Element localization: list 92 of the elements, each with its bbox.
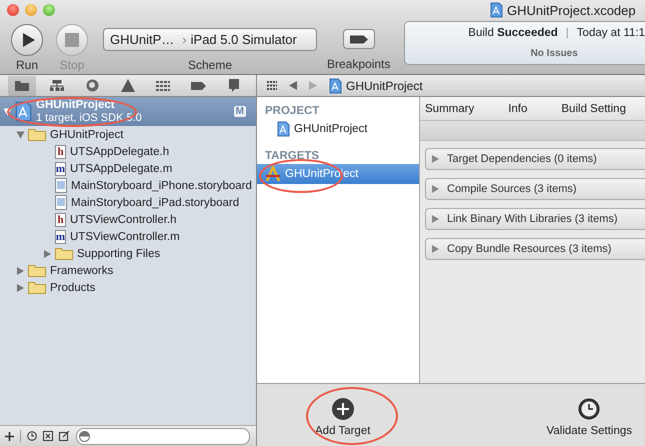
filter-icon <box>79 430 90 442</box>
play-icon <box>22 32 36 48</box>
file-name: UTSAppDelegate.m <box>70 162 172 174</box>
edit-icon[interactable] <box>59 431 70 441</box>
filter-field[interactable] <box>76 428 250 444</box>
section-heading: PROJECT <box>264 104 320 119</box>
disclosure-icon[interactable] <box>44 250 51 258</box>
file-icon: h <box>55 144 66 158</box>
folder-icon <box>28 264 46 277</box>
project-icon <box>329 78 342 94</box>
file-row[interactable]: MainStoryboard_iPhone.storyboard <box>0 177 256 194</box>
file-name: Frameworks <box>50 264 114 276</box>
grid-icon[interactable] <box>267 81 277 90</box>
file-row[interactable]: Supporting Files <box>0 245 256 262</box>
file-icon: m <box>55 230 66 244</box>
issues-text: No Issues <box>530 48 578 59</box>
breakpoint-icon <box>191 82 206 90</box>
box-icon[interactable] <box>43 431 53 441</box>
file-name: MainStoryboard_iPad.storyboard <box>71 196 240 208</box>
project-icon <box>277 121 290 137</box>
app-icon <box>265 166 281 182</box>
editor-tab[interactable]: Info <box>508 102 528 114</box>
file-row[interactable]: Frameworks <box>0 262 256 279</box>
build-phase[interactable]: Link Binary With Libraries (3 items) <box>425 208 645 230</box>
file-name: Products <box>50 282 96 294</box>
build-phase[interactable]: Target Dependencies (0 items) <box>425 148 645 170</box>
window-title: GHUnitProject.xcodep <box>507 2 636 18</box>
folder-tab[interactable] <box>8 76 36 96</box>
file-icon: h <box>55 212 66 226</box>
disclosure-icon[interactable] <box>17 266 24 274</box>
folder-icon <box>28 281 46 294</box>
validate-settings-button[interactable]: Validate Settings <box>546 384 632 437</box>
disclosure-icon[interactable] <box>17 284 24 292</box>
file-row[interactable]: Products <box>0 279 256 296</box>
list-icon <box>156 80 170 90</box>
file-row[interactable]: h UTSViewController.h <box>0 211 256 228</box>
disclosure-icon[interactable] <box>4 108 12 115</box>
file-name: UTSAppDelegate.h <box>70 146 170 158</box>
scheme-label: Scheme <box>188 58 232 72</box>
file-row[interactable]: h UTSAppDelegate.h <box>0 143 256 160</box>
stop-icon <box>65 33 79 47</box>
breakpoint-icon <box>350 34 368 44</box>
file-row[interactable]: GHUnitProject <box>0 126 256 143</box>
stop-label: Stop <box>60 58 84 72</box>
file-name: GHUnitProject <box>50 128 124 140</box>
clock-icon[interactable] <box>27 431 37 441</box>
project-icon <box>490 2 503 18</box>
project-icon <box>15 101 32 122</box>
separator: | <box>566 27 569 39</box>
file-name: MainStoryboard_iPhone.storyboard <box>71 180 252 192</box>
folder-icon <box>55 247 73 260</box>
build-status: Build Succeeded <box>468 27 558 39</box>
jump-bar-item[interactable]: GHUnitProject <box>329 78 423 94</box>
run-label: Run <box>16 58 38 72</box>
back-icon[interactable] <box>289 81 297 90</box>
file-row[interactable]: m UTSViewController.m <box>0 228 256 245</box>
editor-tab[interactable]: Summary <box>425 102 474 114</box>
storyboard-file-icon <box>55 178 67 193</box>
disclosure-icon[interactable] <box>432 155 439 163</box>
breakpoints-label: Breakpoints <box>327 57 390 71</box>
build-phase[interactable]: Compile Sources (3 items) <box>425 178 645 200</box>
project-name: GHUnitProject <box>36 98 116 112</box>
project-item[interactable]: GHUnitProject <box>257 119 419 139</box>
disclosure-icon[interactable] <box>432 185 439 193</box>
file-name: UTSViewController.h <box>70 214 177 226</box>
warning-icon <box>120 79 135 92</box>
folder-icon <box>28 128 46 141</box>
clock-icon <box>578 398 600 420</box>
disclosure-icon[interactable] <box>432 245 439 253</box>
run-button[interactable] <box>11 24 43 56</box>
add-icon[interactable] <box>5 432 14 440</box>
file-row[interactable]: m UTSAppDelegate.m <box>0 160 256 177</box>
file-name: UTSViewController.m <box>70 230 180 242</box>
file-name: Supporting Files <box>77 248 160 260</box>
hierarchy-icon <box>50 80 64 91</box>
speech-bubble-icon <box>228 79 240 92</box>
storyboard-file-icon <box>55 195 67 210</box>
build-phase[interactable]: Copy Bundle Resources (3 items) <box>425 238 645 260</box>
scheme-popup[interactable]: GHUnitP… › iPad 5.0 Simulator <box>103 28 317 51</box>
editor-tab[interactable]: Build Setting <box>561 102 626 114</box>
breakpoints-button[interactable] <box>342 29 375 49</box>
file-icon: m <box>55 162 66 176</box>
modified-badge: M <box>234 106 246 117</box>
add-icon <box>332 398 354 420</box>
section-heading: TARGETS <box>264 149 320 164</box>
file-row[interactable]: MainStoryboard_iPad.storyboard <box>0 194 256 211</box>
add-target-button[interactable]: Add Target <box>315 384 370 437</box>
folder-icon <box>14 80 29 91</box>
disclosure-icon[interactable] <box>16 131 24 138</box>
build-time: Today at 11:1 <box>576 27 645 39</box>
close-button[interactable] <box>7 4 19 16</box>
disclosure-icon[interactable] <box>432 215 439 223</box>
